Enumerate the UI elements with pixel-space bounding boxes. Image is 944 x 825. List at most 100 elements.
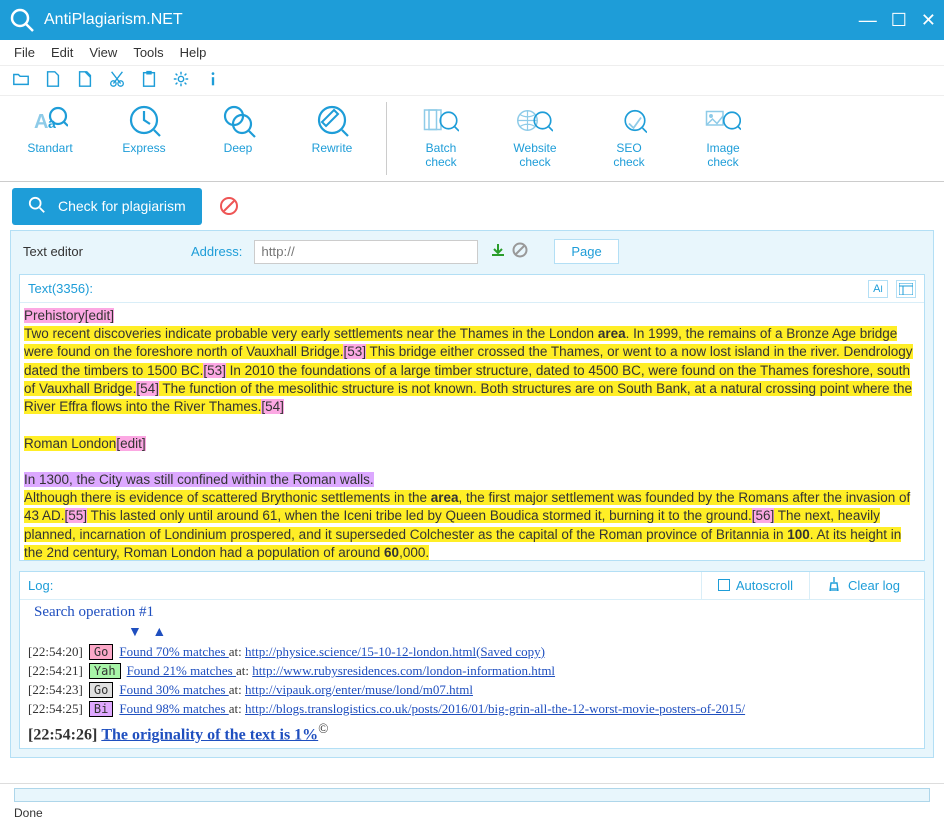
layout-mode-icon[interactable] <box>896 280 916 298</box>
rewrite-button[interactable]: Rewrite <box>300 102 364 156</box>
log-line: [22:54:21]YahFound 21% matches at: http:… <box>28 663 916 679</box>
express-button-label: Express <box>122 142 165 156</box>
seo-check-button-label: SEO check <box>613 142 644 170</box>
app-logo-icon <box>8 6 36 34</box>
status-bar: Done <box>0 783 944 825</box>
toolbar <box>0 66 944 96</box>
ribbon-divider <box>386 102 387 175</box>
match-link[interactable]: Found 98% matches <box>119 701 228 716</box>
sort-arrows[interactable]: ▼ ▲ <box>128 625 916 641</box>
text-segment: In 1300, the City was still confined wit… <box>24 472 374 487</box>
match-url[interactable]: http://physice.science/15-10-12-london.h… <box>245 644 545 659</box>
log-line: [22:54:23]GoFound 30% matches at: http:/… <box>28 682 916 698</box>
express-button-icon <box>126 102 162 138</box>
menu-view[interactable]: View <box>89 45 117 60</box>
standart-button-label: Standart <box>27 142 72 156</box>
batch-check-button-label: Batch check <box>425 142 456 170</box>
log-panel: Log: Autoscroll Clear log Search operati… <box>19 571 925 749</box>
text-segment: Two recent discoveries indicate probable… <box>24 326 598 341</box>
cut-icon[interactable] <box>108 70 126 91</box>
log-at: at: <box>229 682 245 697</box>
editor-panel: Text(3356): AI Prehistory[edit]Two recen… <box>19 274 925 561</box>
log-at: at: <box>236 663 252 678</box>
paste-icon[interactable] <box>140 70 158 91</box>
autoscroll-toggle[interactable]: Autoscroll <box>701 572 809 599</box>
address-row: Text editor Address: Page <box>19 239 925 264</box>
match-link[interactable]: Found 30% matches <box>119 682 228 697</box>
standart-button-icon: Aa <box>32 102 68 138</box>
log-line: [22:54:20] Go Found 70% matches at: http:/… <box>28 644 916 660</box>
text-segment: [54] <box>261 399 284 414</box>
address-input[interactable] <box>254 240 478 264</box>
seo-check-button[interactable]: SEO check <box>597 102 661 170</box>
text-segment: 60 <box>384 545 399 560</box>
menu-bar: File Edit View Tools Help <box>0 40 944 66</box>
image-check-button-icon <box>705 102 741 138</box>
standart-button[interactable]: Aa Standart <box>18 102 82 156</box>
log-body[interactable]: Search operation #1 ▼ ▲ [22:54:20] Go Found … <box>20 600 924 748</box>
new-file-icon[interactable] <box>44 70 62 91</box>
website-check-button[interactable]: Website check <box>503 102 567 170</box>
match-link[interactable]: Found 21% matches <box>127 663 236 678</box>
settings-icon[interactable] <box>172 70 190 91</box>
menu-help[interactable]: Help <box>180 45 207 60</box>
page-tab[interactable]: Page <box>554 239 618 264</box>
text-segment: This lasted only until around 61, when t… <box>87 508 752 523</box>
log-line: [22:54:25]BiFound 98% matches at: http:/… <box>28 701 916 717</box>
text-counter: Text(3356): <box>28 281 93 296</box>
originality-link[interactable]: The originality of the text is 1% <box>101 726 318 743</box>
titlebar: AntiPlagiarism.NET — ☐ ✕ <box>0 0 944 40</box>
check-bar: Check for plagiarism <box>0 182 944 230</box>
svg-text:A: A <box>34 111 48 133</box>
clear-log-button[interactable]: Clear log <box>809 572 916 599</box>
text-segment: [edit] <box>85 308 114 323</box>
text-segment: [53] <box>343 344 366 359</box>
text-mode-icon[interactable]: AI <box>868 280 888 298</box>
download-icon[interactable] <box>490 242 506 261</box>
text-editor-label: Text editor <box>19 244 179 259</box>
progress-bar <box>14 788 930 802</box>
match-link[interactable]: Found 70% matches <box>119 644 228 659</box>
seo-check-button-icon <box>611 102 647 138</box>
main-panel: Text editor Address: Page Text(3356): AI… <box>10 230 934 758</box>
broom-icon <box>826 577 842 594</box>
info-icon[interactable] <box>204 70 222 91</box>
minimize-button[interactable]: — <box>859 10 877 31</box>
engine-badge: Go <box>89 644 113 660</box>
image-check-button-label: Image check <box>706 142 739 170</box>
express-button[interactable]: Express <box>112 102 176 156</box>
batch-check-button[interactable]: Batch check <box>409 102 473 170</box>
cancel-icon[interactable] <box>512 242 528 261</box>
menu-edit[interactable]: Edit <box>51 45 73 60</box>
close-button[interactable]: ✕ <box>921 10 936 31</box>
image-check-button[interactable]: Image check <box>691 102 755 170</box>
log-at: at: <box>229 644 245 659</box>
originality-result: [22:54:26] The originality of the text i… <box>28 721 916 744</box>
menu-file[interactable]: File <box>14 45 35 60</box>
engine-badge: Yah <box>89 663 121 679</box>
stop-icon[interactable] <box>220 197 238 215</box>
match-url[interactable]: http://vipauk.org/enter/muse/lond/m07.ht… <box>245 682 473 697</box>
match-url[interactable]: http://blogs.translogistics.co.uk/posts/… <box>245 701 745 716</box>
deep-button-icon <box>220 102 256 138</box>
menu-tools[interactable]: Tools <box>133 45 163 60</box>
save-file-icon[interactable] <box>76 70 94 91</box>
text-segment: Although there is evidence of scattered … <box>24 490 431 505</box>
log-timestamp: [22:54:20] <box>28 644 83 660</box>
check-plagiarism-button[interactable]: Check for plagiarism <box>12 188 202 225</box>
rewrite-button-icon <box>314 102 350 138</box>
search-operation-title: Search operation #1 <box>34 604 916 621</box>
text-segment: [53] <box>203 363 226 378</box>
copyright-sup: © <box>318 721 328 736</box>
open-folder-icon[interactable] <box>12 70 30 91</box>
address-label: Address: <box>191 244 242 259</box>
match-url[interactable]: http://www.rubysresidences.com/london-in… <box>252 663 555 678</box>
maximize-button[interactable]: ☐ <box>891 10 907 31</box>
text-segment: [56] <box>752 508 775 523</box>
engine-badge: Go <box>89 682 113 698</box>
check-plagiarism-label: Check for plagiarism <box>58 198 186 214</box>
clear-log-label: Clear log <box>848 578 900 593</box>
log-at: at: <box>229 701 245 716</box>
deep-button[interactable]: Deep <box>206 102 270 156</box>
editor-body[interactable]: Prehistory[edit]Two recent discoveries i… <box>20 303 924 560</box>
